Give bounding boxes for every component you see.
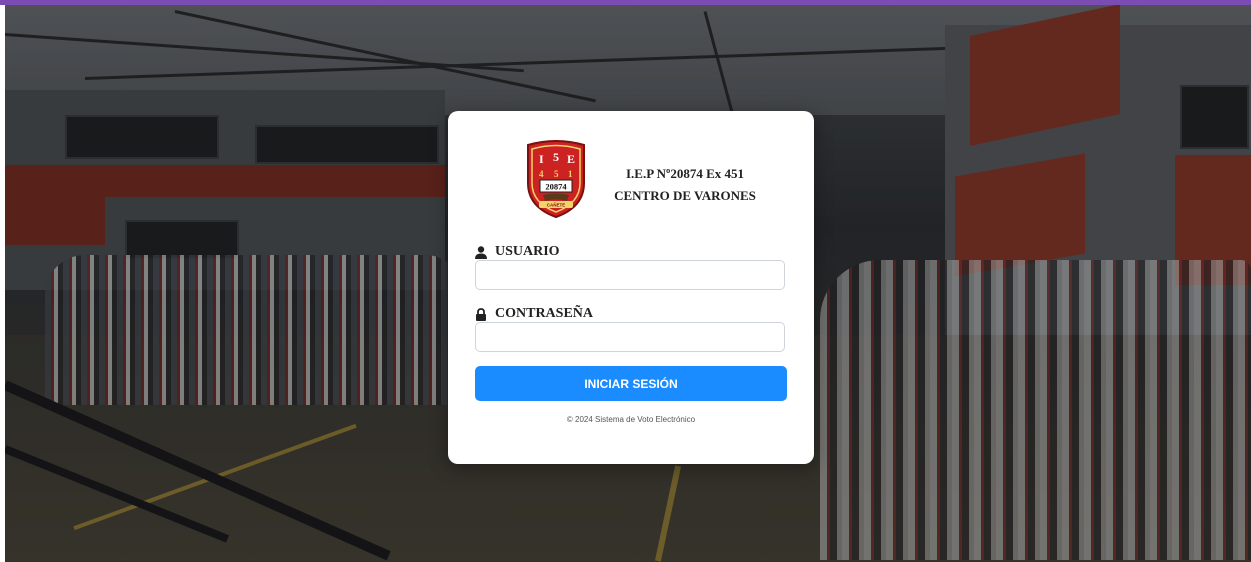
user-icon: [475, 245, 487, 259]
crest-digit: 5: [554, 169, 559, 179]
crest-number: 20874: [545, 182, 567, 192]
crest-letter: 5: [553, 150, 559, 164]
login-card: I 5 E 4 5 1 20874 CAÑETE I.E.P Nº20874 E…: [448, 111, 814, 464]
footer-copyright: © 2024 Sistema de Voto Electrónico: [566, 415, 696, 424]
usuario-input[interactable]: [475, 260, 785, 290]
usuario-label-text: USUARIO: [495, 244, 560, 259]
iniciar-sesion-button[interactable]: INICIAR SESIÓN: [475, 366, 787, 401]
school-name-line2: CENTRO DE VARONES: [614, 188, 756, 203]
lock-icon: [476, 307, 486, 321]
school-name: I.E.P Nº20874 Ex 451 CENTRO DE VARONES: [600, 163, 770, 207]
contrasena-label-text: CONTRASEÑA: [495, 306, 594, 321]
school-name-line1: I.E.P Nº20874 Ex 451: [625, 166, 745, 181]
crest-letter: I: [539, 152, 544, 166]
crest-digit: 4: [539, 169, 544, 179]
contrasena-label: CONTRASEÑA: [475, 306, 593, 322]
crest-banner: CAÑETE: [547, 202, 566, 208]
crest-letter: E: [567, 152, 575, 166]
school-shield-crest-icon: I 5 E 4 5 1 20874 CAÑETE: [527, 140, 585, 219]
crest-digit: 1: [568, 169, 573, 179]
usuario-label: USUARIO: [475, 244, 560, 260]
contrasena-input[interactable]: [475, 322, 785, 352]
